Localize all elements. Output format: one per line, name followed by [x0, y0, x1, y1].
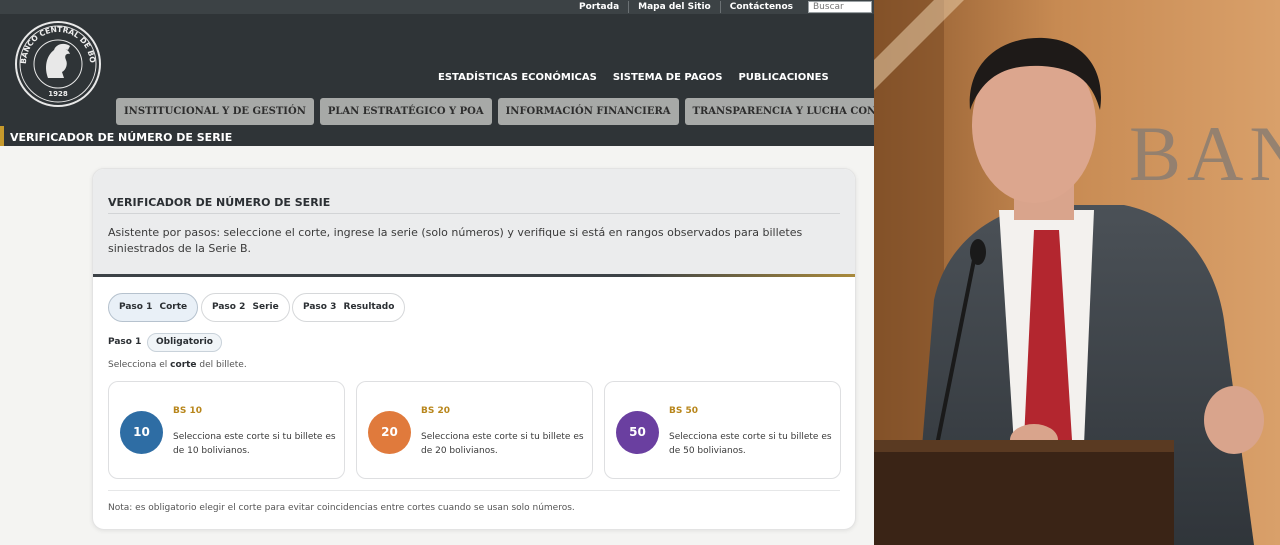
- denomination-badge: 10: [120, 411, 163, 454]
- option-bs50[interactable]: 50 BS 50 Selecciona este corte si tu bil…: [604, 381, 841, 479]
- card-title: VERIFICADOR DE NÚMERO DE SERIE: [108, 196, 331, 209]
- card-description: Asistente por pasos: seleccione el corte…: [108, 226, 803, 255]
- step-pill-resultado[interactable]: Paso 3 Resultado: [292, 293, 406, 322]
- link-contactenos[interactable]: Contáctenos: [721, 1, 802, 13]
- option-description: Selecciona este corte si tu billete es d…: [421, 432, 584, 456]
- site-header: BANCO CENTRAL DE BOLIVIA 1928 ESTADÍSTIC…: [0, 14, 874, 126]
- denomination-badge: 20: [368, 411, 411, 454]
- step-pill-corte[interactable]: Paso 1 Corte: [108, 293, 199, 322]
- tab-plan-estrategico[interactable]: PLAN ESTRATÉGICO Y POA: [319, 98, 492, 125]
- browser-viewport: Portada Mapa del Sitio Contáctenos BANCO…: [0, 0, 874, 545]
- current-step-label: Paso 1: [108, 337, 142, 347]
- top-utility-bar: Portada Mapa del Sitio Contáctenos: [0, 0, 874, 14]
- header-divider: [108, 213, 840, 214]
- step-number: Paso 1: [119, 302, 153, 312]
- breadcrumb: VERIFICADOR DE NÚMERO DE SERIE: [0, 126, 874, 146]
- link-portada[interactable]: Portada: [570, 1, 630, 13]
- option-title: BS 50: [669, 406, 698, 416]
- step-number: Paso 3: [303, 302, 337, 312]
- wall-letters: BANC: [1129, 110, 1280, 197]
- card-header: VERIFICADOR DE NÚMERO DE SERIE Asistente…: [93, 169, 855, 277]
- step-hint: Selecciona el corte del billete.: [108, 360, 247, 370]
- option-description: Selecciona este corte si tu billete es d…: [669, 432, 832, 456]
- nav-sistema-de-pagos[interactable]: SISTEMA DE PAGOS: [613, 72, 723, 83]
- tab-institucional[interactable]: INSTITUCIONAL Y DE GESTIÓN: [116, 98, 314, 125]
- footer-note: Nota: es obligatorio elegir el corte par…: [108, 503, 575, 513]
- utility-links: Portada Mapa del Sitio Contáctenos: [570, 0, 802, 14]
- verifier-card: VERIFICADOR DE NÚMERO DE SERIE Asistente…: [92, 168, 856, 530]
- step-label: Corte: [159, 302, 188, 312]
- step-label: Resultado: [343, 302, 395, 312]
- note-divider: [108, 490, 840, 491]
- step-number: Paso 2: [212, 302, 246, 312]
- speaker-photo: BANC: [874, 0, 1280, 545]
- link-mapa-del-sitio[interactable]: Mapa del Sitio: [629, 1, 721, 13]
- bank-seal-logo[interactable]: BANCO CENTRAL DE BOLIVIA 1928: [14, 20, 102, 108]
- option-description: Selecciona este corte si tu billete es d…: [173, 432, 336, 456]
- section-tabs: INSTITUCIONAL Y DE GESTIÓN PLAN ESTRATÉG…: [116, 98, 874, 125]
- denomination-badge: 50: [616, 411, 659, 454]
- nav-estadisticas-economicas[interactable]: ESTADÍSTICAS ECONÓMICAS: [438, 72, 597, 83]
- speaker-photo-illustration: BANC: [874, 0, 1280, 545]
- step-label: Serie: [252, 302, 279, 312]
- search-input[interactable]: [808, 1, 872, 13]
- main-nav: ESTADÍSTICAS ECONÓMICAS SISTEMA DE PAGOS…: [430, 72, 837, 83]
- option-bs10[interactable]: 10 BS 10 Selecciona este corte si tu bil…: [108, 381, 345, 479]
- logo-year: 1928: [48, 90, 68, 98]
- option-bs20[interactable]: 20 BS 20 Selecciona este corte si tu bil…: [356, 381, 593, 479]
- option-title: BS 20: [421, 406, 450, 416]
- breadcrumb-title: VERIFICADOR DE NÚMERO DE SERIE: [10, 131, 233, 144]
- nav-publicaciones[interactable]: PUBLICACIONES: [738, 72, 828, 83]
- step-pill-serie[interactable]: Paso 2 Serie: [201, 293, 290, 322]
- required-badge: Obligatorio: [147, 333, 222, 352]
- option-title: BS 10: [173, 406, 202, 416]
- tab-informacion-financiera[interactable]: INFORMACIÓN FINANCIERA: [497, 98, 679, 125]
- tab-transparencia[interactable]: TRANSPARENCIA Y LUCHA CONTRA LA CORRUP: [684, 98, 874, 125]
